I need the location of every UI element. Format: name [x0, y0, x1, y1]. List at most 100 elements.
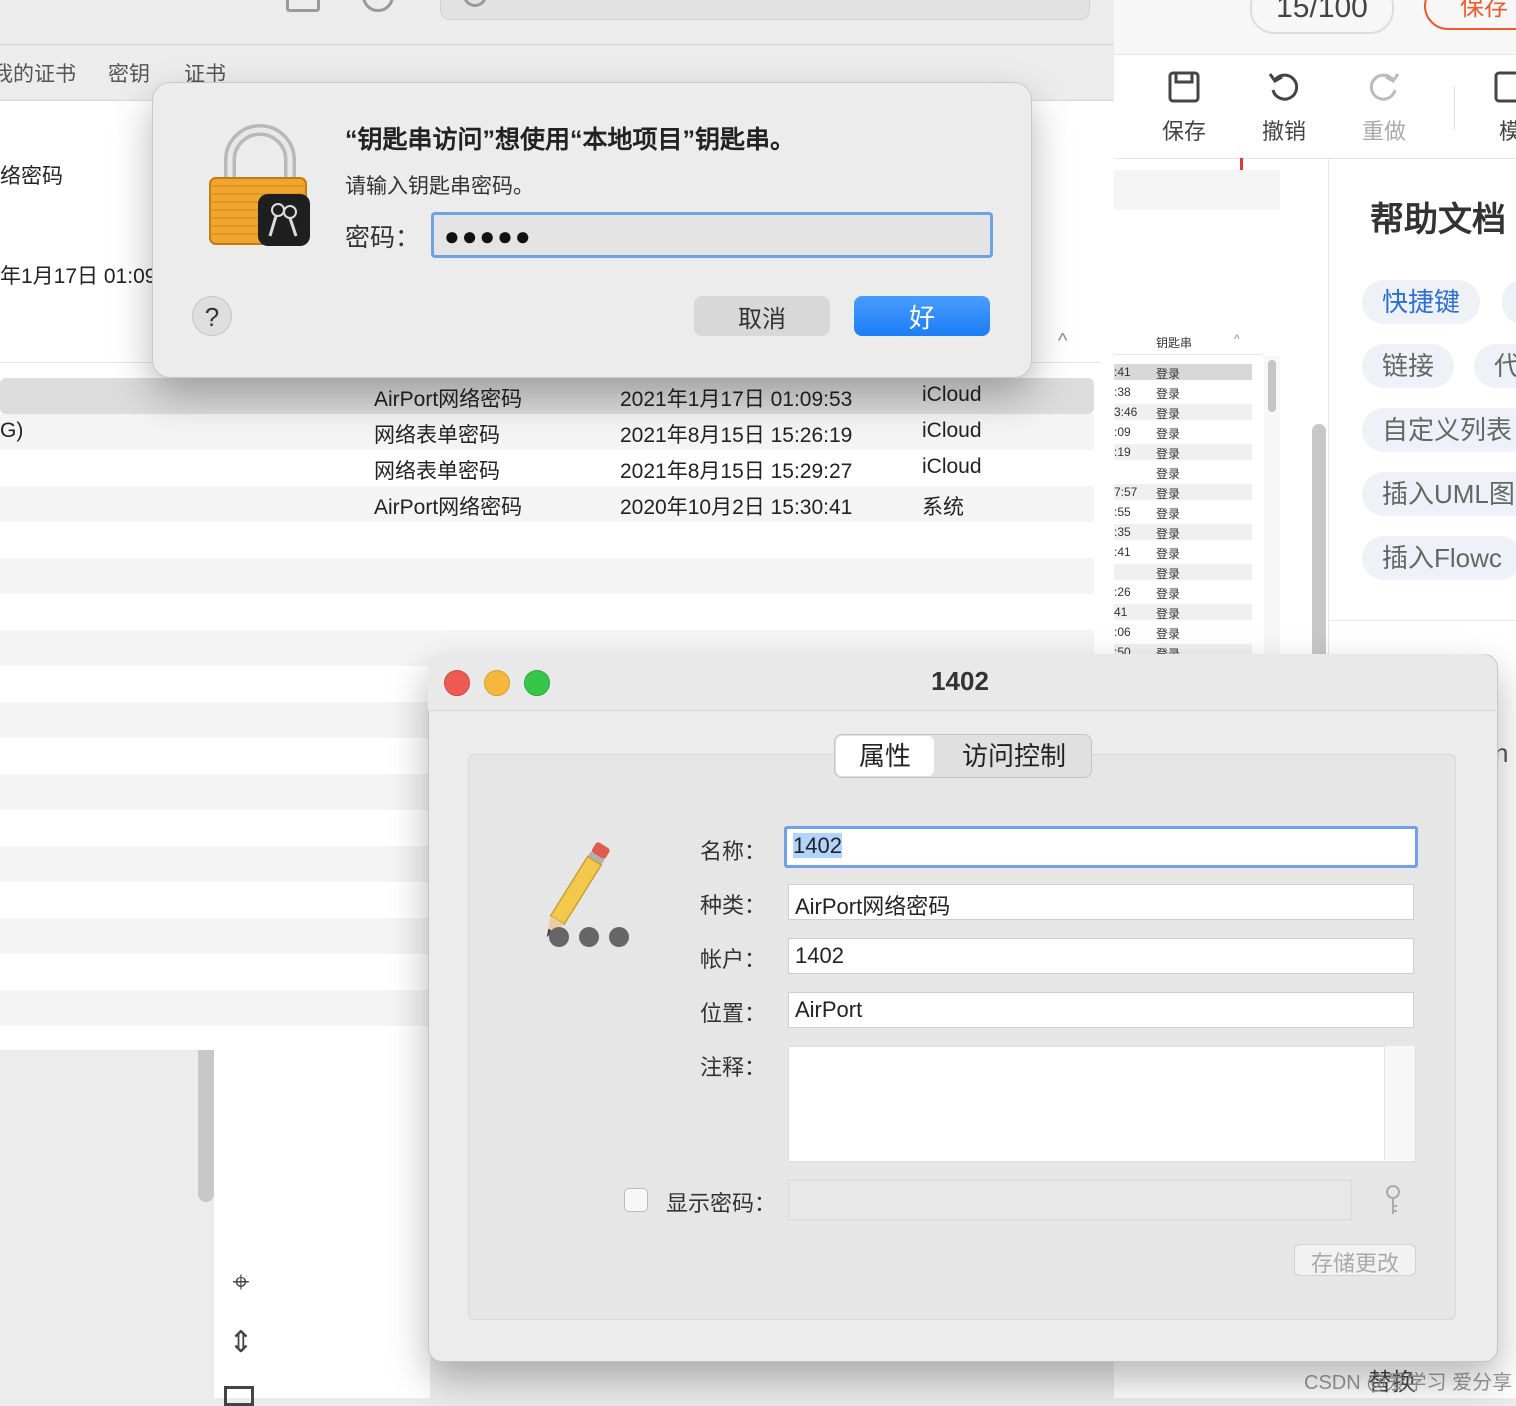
- template-tool-button[interactable]: 模: [1470, 66, 1516, 146]
- row-kind: 网络表单密码: [374, 424, 500, 447]
- account-label: 帐户：: [700, 947, 767, 972]
- frame-icon[interactable]: [224, 1386, 254, 1406]
- list-item[interactable]: :55 登录: [1114, 504, 1252, 521]
- list-item[interactable]: 登录: [1114, 564, 1252, 581]
- chip-custom-list[interactable]: 自定义列表: [1362, 408, 1516, 452]
- show-password-label: 显示密码：: [666, 1191, 777, 1216]
- table-row[interactable]: AirPort网络密码 2021年1月17日 01:09:53 iCloud: [0, 378, 1094, 414]
- list-item[interactable]: 41 登录: [1114, 604, 1252, 621]
- key-icon[interactable]: [1380, 1184, 1406, 1216]
- table-row[interactable]: 网络表单密码 2021年8月15日 15:29:27 iCloud: [0, 450, 1094, 486]
- chip-link[interactable]: 链接: [1362, 344, 1455, 388]
- row-name: G): [0, 419, 24, 442]
- chip-flowchart[interactable]: 插入Flowc: [1362, 536, 1516, 580]
- comments-field[interactable]: [788, 1046, 1416, 1162]
- pencil-icon: [546, 842, 629, 947]
- search-field[interactable]: 1402: [440, 0, 1090, 20]
- row-date: 2020年10月2日 15:30:41: [620, 496, 853, 519]
- account-field[interactable]: 1402: [788, 938, 1414, 974]
- mini-list-header[interactable]: 钥匙串 ^: [1114, 330, 1262, 355]
- list-item[interactable]: :19 登录: [1114, 444, 1252, 461]
- password-label: 密码：: [345, 224, 421, 252]
- toolbar-divider: [1454, 86, 1455, 130]
- tab-keys[interactable]: 密钥: [108, 58, 150, 88]
- list-item[interactable]: :06 登录: [1114, 624, 1252, 641]
- name-label: 名称：: [700, 839, 767, 864]
- row-keychain: iCloud: [922, 419, 982, 442]
- save-changes-button[interactable]: 存储更改: [1294, 1244, 1416, 1276]
- table-row[interactable]: AirPort网络密码 2020年10月2日 15:30:41 系统: [0, 486, 1094, 522]
- redo-tool-button[interactable]: 重做: [1344, 66, 1424, 146]
- undo-tool-button[interactable]: 撤销: [1244, 66, 1324, 146]
- preview-kind: 络密码: [0, 165, 63, 188]
- lock-icon: [209, 124, 310, 246]
- list-item[interactable]: 登录: [1114, 464, 1252, 481]
- table-row[interactable]: G) 网络表单密码 2021年8月15日 15:26:19 iCloud: [0, 414, 1094, 450]
- row-date: 2021年8月15日 15:29:27: [620, 460, 853, 483]
- mini-header-label: 钥匙串: [1156, 336, 1193, 350]
- list-item[interactable]: 3:46 登录: [1114, 404, 1252, 421]
- show-password-checkbox[interactable]: [624, 1188, 648, 1212]
- password-input[interactable]: ●●●●●: [431, 212, 993, 258]
- list-item[interactable]: :41 登录: [1114, 544, 1252, 561]
- password-field[interactable]: [788, 1180, 1352, 1220]
- search-icon: [463, 0, 487, 7]
- sort-chevron-icon[interactable]: ^: [1058, 330, 1067, 353]
- list-item[interactable]: 7:57 登录: [1114, 484, 1252, 501]
- save-tool-button[interactable]: 保存: [1144, 66, 1224, 146]
- locate-icon[interactable]: ⌖: [224, 1266, 258, 1300]
- scrollbar[interactable]: [1312, 424, 1326, 664]
- fit-icon[interactable]: ⇕: [224, 1326, 258, 1360]
- mini-keychain-list: 钥匙串 ^ :41 登录 :38 登录 3:46 登录 :09 登录 :19 登录 登录 …: [1114, 330, 1262, 660]
- window-title: 1402: [931, 666, 989, 696]
- mini-scroll-thumb[interactable]: [1268, 360, 1276, 412]
- scrollbar[interactable]: [198, 1050, 214, 1202]
- tab-my-certificates[interactable]: 我的证书: [0, 58, 76, 88]
- empty-row: [0, 558, 1094, 594]
- row-date: 2021年8月15日 15:26:19: [620, 424, 853, 447]
- toolbar-divider: [0, 44, 1114, 45]
- list-item[interactable]: :09 登录: [1114, 424, 1252, 441]
- ok-button[interactable]: 好: [854, 296, 990, 336]
- template-tool-label: 模: [1498, 119, 1516, 144]
- save-tool-label: 保存: [1161, 119, 1206, 144]
- tab-access-control[interactable]: 访问控制: [940, 736, 1088, 776]
- help-button[interactable]: ?: [192, 296, 232, 336]
- tab-attributes[interactable]: 属性: [836, 736, 934, 776]
- row-keychain: 系统: [922, 496, 964, 519]
- list-item[interactable]: :35 登录: [1114, 524, 1252, 541]
- chip-code[interactable]: 代: [1474, 344, 1516, 388]
- chip-shortcuts[interactable]: 快捷键: [1362, 280, 1481, 324]
- row-date: 2021年1月17日 01:09:53: [620, 388, 853, 411]
- where-label: 位置：: [700, 1001, 767, 1026]
- help-divider: [1328, 158, 1329, 658]
- row-keychain: iCloud: [922, 455, 982, 478]
- help-title: 帮助文档: [1370, 201, 1506, 239]
- kind-label: 种类：: [700, 893, 767, 918]
- cancel-button[interactable]: 取消: [694, 296, 830, 336]
- watermark: CSDN @爱学习 爱分享: [1304, 1372, 1513, 1394]
- list-item[interactable]: :41 登录: [1114, 364, 1252, 381]
- comments-label: 注释：: [700, 1055, 767, 1080]
- redo-icon: [1369, 73, 1400, 101]
- template-icon: [1494, 71, 1516, 103]
- where-field[interactable]: AirPort: [788, 992, 1414, 1028]
- dialog-title: “钥匙串访问”想使用“本地项目”钥匙串。: [345, 126, 796, 154]
- minimize-button[interactable]: [484, 670, 510, 696]
- help-separator: [1328, 620, 1516, 621]
- kind-field[interactable]: AirPort网络密码: [788, 884, 1414, 920]
- save-icon: [1168, 71, 1200, 103]
- close-button[interactable]: [444, 670, 470, 696]
- chip-uml[interactable]: 插入UML图: [1362, 472, 1516, 516]
- list-item[interactable]: :38 登录: [1114, 384, 1252, 401]
- redo-tool-label: 重做: [1361, 119, 1406, 144]
- zoom-button[interactable]: [524, 670, 550, 696]
- publish-button[interactable]: 保存: [1424, 0, 1516, 30]
- dialog-message: 请输入钥匙串密码。: [345, 175, 534, 198]
- info-icon[interactable]: [286, 0, 320, 12]
- left-background: [0, 1050, 214, 1398]
- comments-scrollbar[interactable]: [1384, 1046, 1415, 1160]
- search-input[interactable]: 1402: [501, 0, 550, 5]
- list-item[interactable]: :26 登录: [1114, 584, 1252, 601]
- name-field[interactable]: 1402: [784, 826, 1418, 868]
